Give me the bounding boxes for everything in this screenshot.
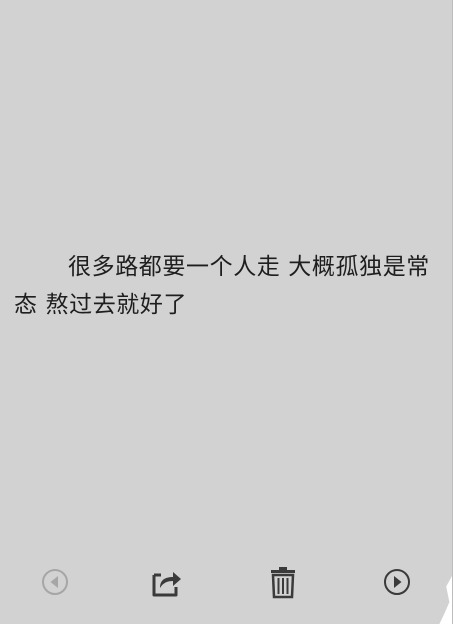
next-note-button[interactable]: [375, 560, 419, 604]
arrow-left-circle-icon: [42, 569, 68, 595]
share-export-icon: [152, 572, 181, 597]
previous-note-button[interactable]: [33, 560, 77, 604]
bottom-toolbar: [0, 560, 453, 604]
delete-button[interactable]: [261, 560, 305, 604]
trash-icon: [271, 567, 295, 599]
arrow-right-circle-icon: [384, 569, 410, 595]
note-text[interactable]: 很多路都要一个人走 大概孤独是常态 熬过去就好了: [14, 248, 440, 324]
share-button[interactable]: [145, 560, 189, 604]
notes-screen: 很多路都要一个人走 大概孤独是常态 熬过去就好了: [0, 0, 453, 624]
